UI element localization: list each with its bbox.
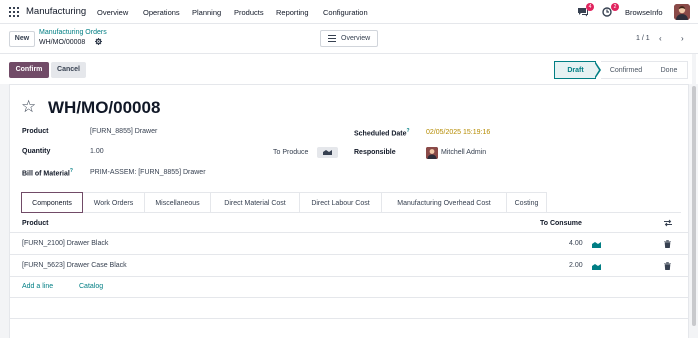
chat-badge: 4 [586, 3, 594, 11]
cancel-button[interactable]: Cancel [51, 62, 86, 78]
trash-icon[interactable] [664, 240, 671, 249]
responsible-field[interactable]: Mitchell Admin [441, 149, 486, 156]
component-product-1[interactable]: [FURN_2100] Drawer Black [22, 240, 108, 247]
menu-products[interactable]: Products [234, 8, 264, 17]
bom-field[interactable]: PRIM-ASSEM: [FURN_8855] Drawer [90, 169, 206, 176]
table-header-divider [10, 232, 688, 233]
new-button[interactable]: New [9, 31, 35, 47]
apps-menu-icon[interactable] [9, 7, 19, 17]
tab-work-orders[interactable]: Work Orders [83, 192, 145, 213]
breadcrumb-parent[interactable]: Manufacturing Orders [39, 29, 107, 36]
overview-label: Overview [341, 35, 371, 42]
star-icon[interactable]: ☆ [21, 97, 36, 117]
app-brand[interactable]: Manufacturing [26, 6, 86, 17]
tab-components[interactable]: Components [21, 192, 83, 213]
chat-icon[interactable]: 4 [577, 3, 594, 17]
forecast-chart-icon[interactable] [592, 263, 601, 270]
scheduled-help-icon[interactable]: ? [407, 128, 410, 134]
activity-clock-icon[interactable]: 2 [602, 3, 619, 17]
tab-direct-labour-cost[interactable]: Direct Labour Cost [300, 192, 382, 213]
column-to-consume[interactable]: To Consume [540, 220, 582, 227]
responsible-label: Responsible [354, 149, 396, 156]
responsible-avatar [426, 147, 438, 159]
column-product[interactable]: Product [22, 220, 48, 227]
top-navbar: Manufacturing Overview Operations Planni… [0, 0, 698, 24]
product-field[interactable]: [FURN_8855] Drawer [90, 128, 157, 135]
add-line-link[interactable]: Add a line [22, 283, 53, 290]
menu-overview[interactable]: Overview [97, 8, 128, 17]
forecast-button[interactable] [317, 147, 338, 158]
status-draft[interactable]: Draft [554, 61, 596, 79]
tab-costing[interactable]: Costing [507, 192, 547, 213]
forecast-chart-icon[interactable] [592, 241, 601, 248]
table-row-divider [10, 254, 688, 255]
status-confirmed[interactable]: Confirmed [601, 61, 651, 79]
control-panel: New Manufacturing Orders WH/MO/00008 Ove… [0, 24, 698, 54]
tab-miscellaneous[interactable]: Miscellaneous [145, 192, 211, 213]
bom-label-text: Bill of Material [22, 170, 70, 178]
table-footer-divider [10, 297, 688, 298]
status-arrow-fill [594, 62, 599, 78]
component-product-2[interactable]: [FURN_5623] Drawer Case Black [22, 262, 127, 269]
component-to-consume-1[interactable]: 4.00 [569, 240, 583, 247]
overview-button[interactable]: Overview [320, 30, 378, 47]
company-switcher[interactable]: BrowseInfo [625, 8, 663, 17]
bom-help-icon[interactable]: ? [70, 168, 73, 174]
pager-value[interactable]: 1 / 1 [636, 35, 650, 42]
optional-columns-icon[interactable] [664, 219, 672, 229]
trash-icon[interactable] [664, 262, 671, 271]
to-produce-label: To Produce [273, 149, 309, 156]
status-done[interactable]: Done [651, 61, 688, 79]
page-title: WH/MO/00008 [48, 98, 161, 117]
product-label: Product [22, 128, 49, 135]
quantity-label: Quantity [22, 148, 51, 155]
menu-operations[interactable]: Operations [143, 8, 180, 17]
catalog-link[interactable]: Catalog [79, 283, 103, 290]
scheduled-date-field[interactable]: 02/05/2025 15:19:16 [426, 129, 490, 136]
menu-configuration[interactable]: Configuration [323, 8, 368, 17]
status-bar: Draft Confirmed Done [554, 61, 688, 79]
gear-icon[interactable] [95, 38, 102, 47]
menu-reporting[interactable]: Reporting [276, 8, 309, 17]
confirm-button[interactable]: Confirm [9, 62, 49, 78]
table-row-divider [10, 276, 688, 277]
tab-manufacturing-overhead-cost[interactable]: Manufacturing Overhead Cost [382, 192, 507, 213]
table-bottom-divider [10, 318, 688, 319]
scheduled-date-label-text: Scheduled Date [354, 130, 407, 138]
scrollbar-thumb[interactable] [692, 86, 696, 326]
bom-label: Bill of Material? [22, 168, 73, 177]
breadcrumb-current: WH/MO/00008 [39, 39, 86, 46]
activity-badge: 2 [611, 3, 619, 11]
scheduled-date-label: Scheduled Date? [354, 128, 410, 137]
quantity-field[interactable]: 1.00 [90, 148, 104, 155]
component-to-consume-2[interactable]: 2.00 [569, 262, 583, 269]
tab-direct-material-cost[interactable]: Direct Material Cost [211, 192, 300, 213]
list-icon [328, 35, 336, 42]
pager-previous-icon[interactable]: ‹ [659, 34, 662, 43]
pager-next-icon[interactable]: › [681, 34, 684, 43]
menu-planning[interactable]: Planning [192, 8, 221, 17]
user-avatar[interactable] [674, 4, 690, 20]
